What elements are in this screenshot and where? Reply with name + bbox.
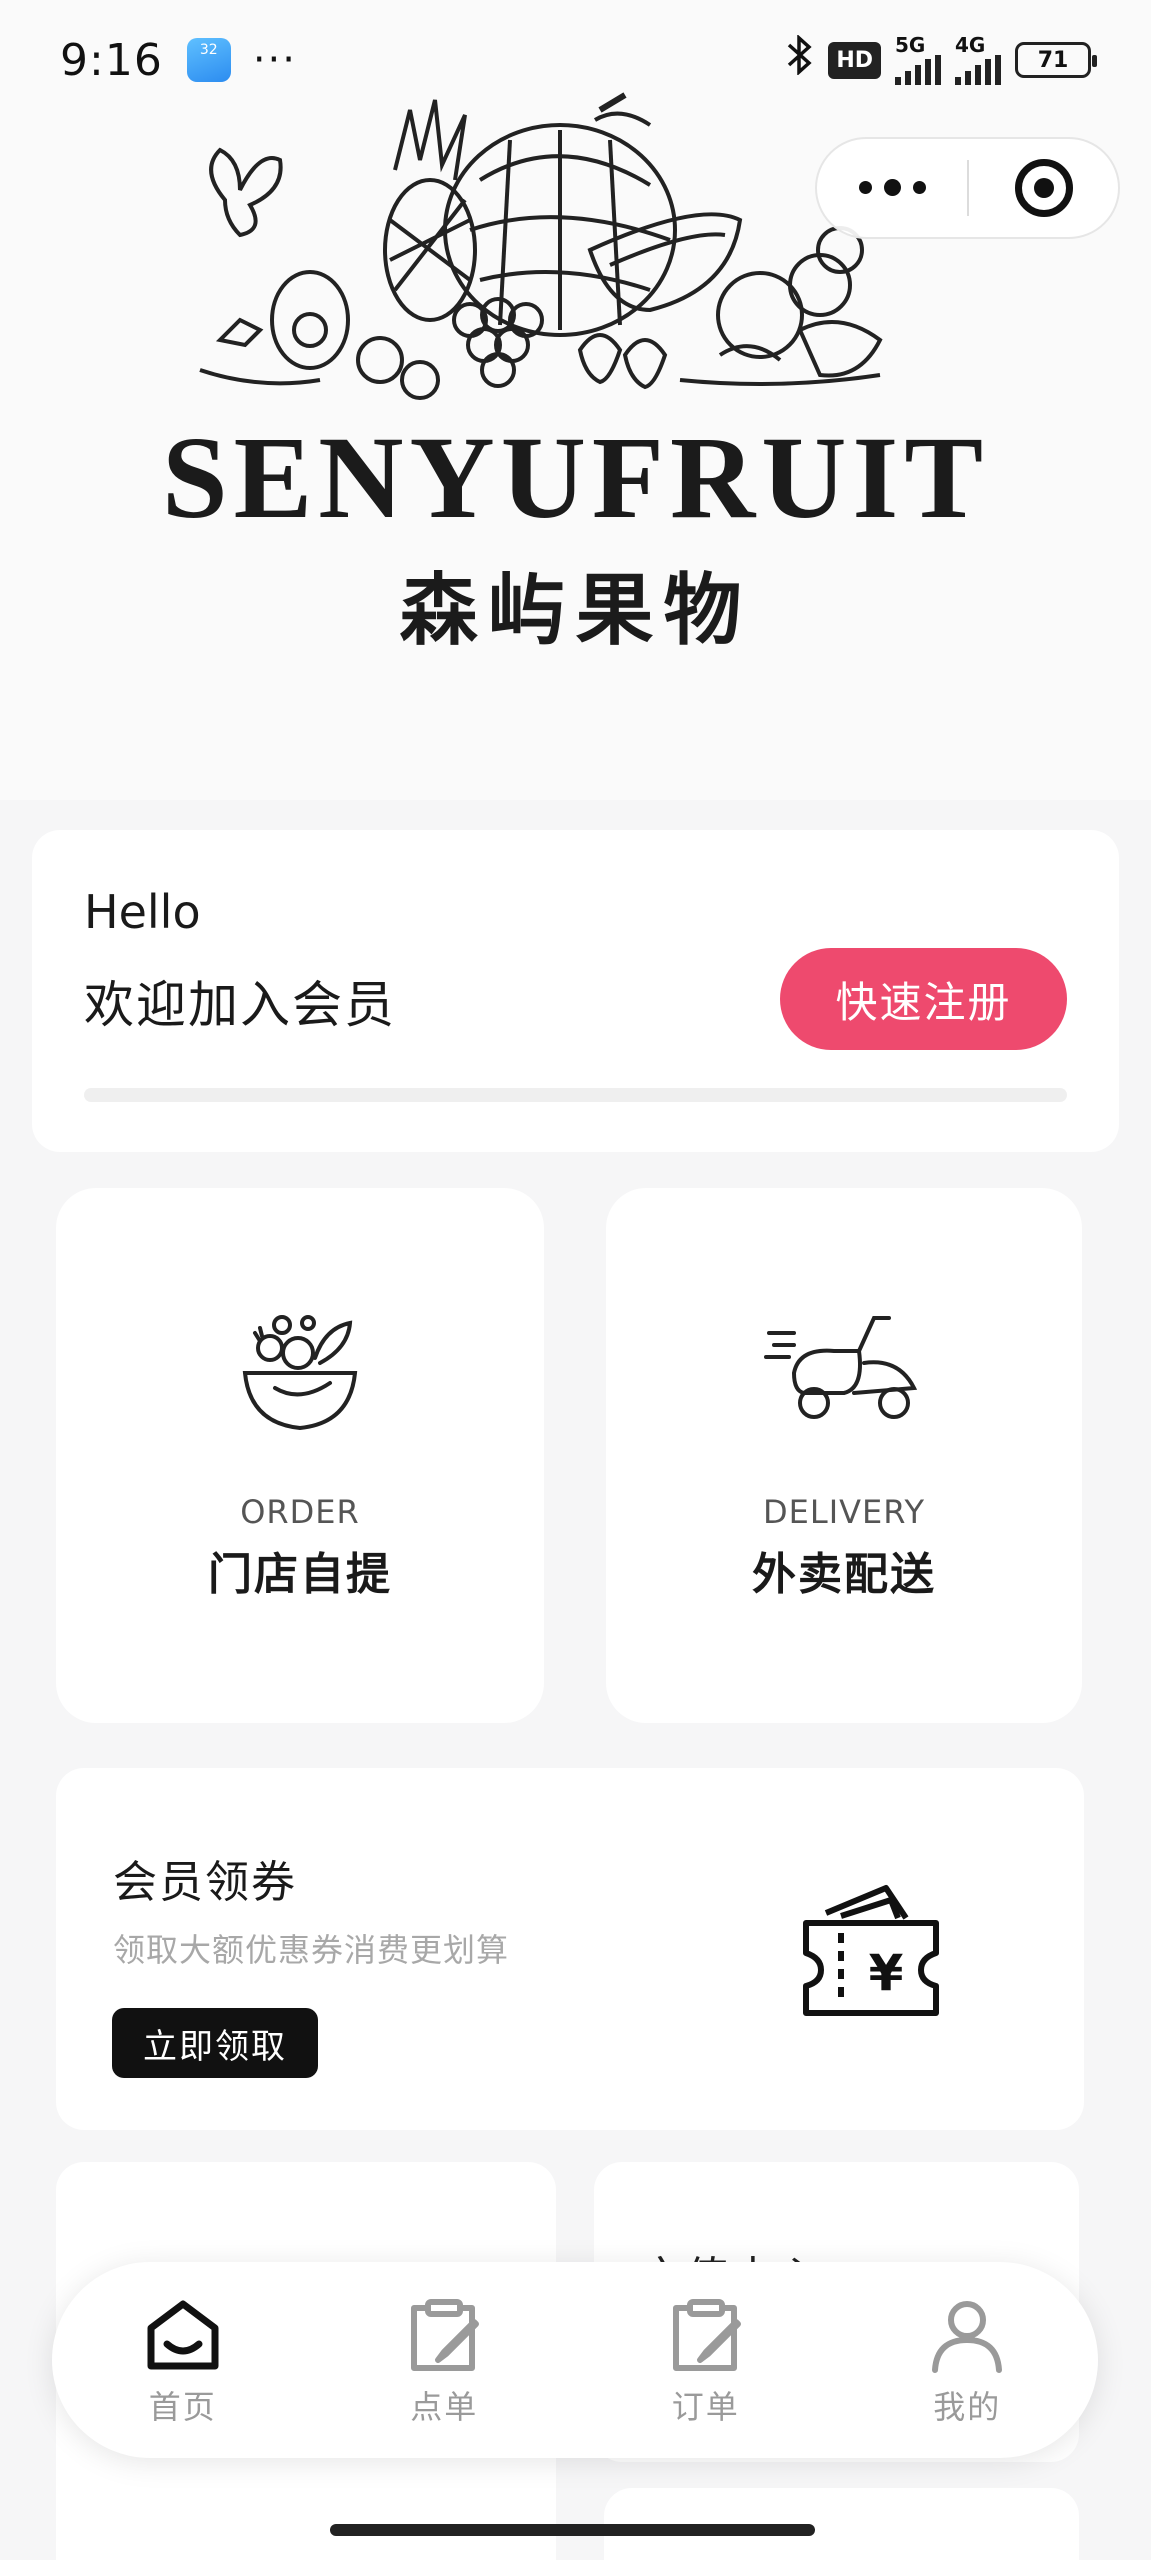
weather-app-icon: 32 xyxy=(186,38,231,82)
status-time: 9:16 xyxy=(60,34,163,86)
brand-name-cn: 森屿果物 xyxy=(399,566,752,656)
user-icon xyxy=(927,2296,1007,2376)
coupon-ticket-icon: ¥ xyxy=(796,1878,946,2022)
brand-name-en: SENYUFRUIT xyxy=(161,412,990,543)
tab-profile-label: 我的 xyxy=(933,2388,1002,2426)
tab-order[interactable]: 点单 xyxy=(314,2262,576,2458)
battery-icon: 71 xyxy=(1015,42,1097,78)
tab-home[interactable]: 首页 xyxy=(52,2262,314,2458)
coupon-title: 会员领券 xyxy=(113,1857,297,1908)
more-notifications-icon: ··· xyxy=(252,37,297,83)
fruit-illustration xyxy=(199,92,883,400)
more-menu-button[interactable] xyxy=(817,178,967,196)
home-icon xyxy=(143,2296,223,2376)
hello-text: Hello xyxy=(84,885,201,939)
order-pickup-card[interactable]: ORDER 门店自提 xyxy=(56,1188,544,1723)
close-miniprogram-button[interactable] xyxy=(969,159,1118,217)
fruit-bowl-icon xyxy=(230,1303,370,1447)
delivery-card[interactable]: DELIVERY 外卖配送 xyxy=(606,1188,1082,1723)
bottom-tab-bar: 首页 点单 订单 我的 xyxy=(52,2262,1098,2458)
scooter-icon xyxy=(764,1303,924,1437)
bluetooth-icon xyxy=(784,34,814,85)
signal-4g-icon: 4G xyxy=(955,35,1001,85)
orders-edit-icon xyxy=(666,2296,746,2376)
delivery-label-en: DELIVERY xyxy=(763,1493,925,1531)
claim-coupon-button[interactable]: 立即领取 xyxy=(112,2008,318,2078)
tab-orders[interactable]: 订单 xyxy=(575,2262,837,2458)
order-label-cn: 门店自提 xyxy=(208,1549,392,1600)
member-progress-bar xyxy=(84,1088,1067,1102)
home-indicator[interactable] xyxy=(330,2524,815,2536)
delivery-label-cn: 外卖配送 xyxy=(752,1549,936,1600)
hd-voice-icon: HD xyxy=(828,41,881,79)
tab-order-label: 点单 xyxy=(410,2388,479,2426)
tab-home-label: 首页 xyxy=(148,2388,217,2426)
member-card: Hello 欢迎加入会员 快速注册 xyxy=(32,830,1119,1152)
coupon-card: 会员领券 领取大额优惠券消费更划算 立即领取 ¥ xyxy=(56,1768,1084,2130)
order-edit-icon xyxy=(404,2296,484,2376)
welcome-text: 欢迎加入会员 xyxy=(84,976,396,1034)
quick-register-button[interactable]: 快速注册 xyxy=(780,948,1067,1050)
miniprogram-capsule xyxy=(815,137,1120,239)
svg-text:¥: ¥ xyxy=(869,1944,904,2002)
tab-profile[interactable]: 我的 xyxy=(837,2262,1099,2458)
order-label-en: ORDER xyxy=(240,1493,360,1531)
coupon-subtitle: 领取大额优惠券消费更划算 xyxy=(113,1931,510,1969)
status-bar: 9:16 32 ··· HD 5G 4G 71 xyxy=(0,0,1151,120)
signal-5g-icon: 5G xyxy=(895,35,941,85)
tab-orders-label: 订单 xyxy=(671,2388,740,2426)
hero-banner: SENYUFRUIT 森屿果物 xyxy=(0,0,1151,800)
target-icon xyxy=(1014,159,1073,217)
